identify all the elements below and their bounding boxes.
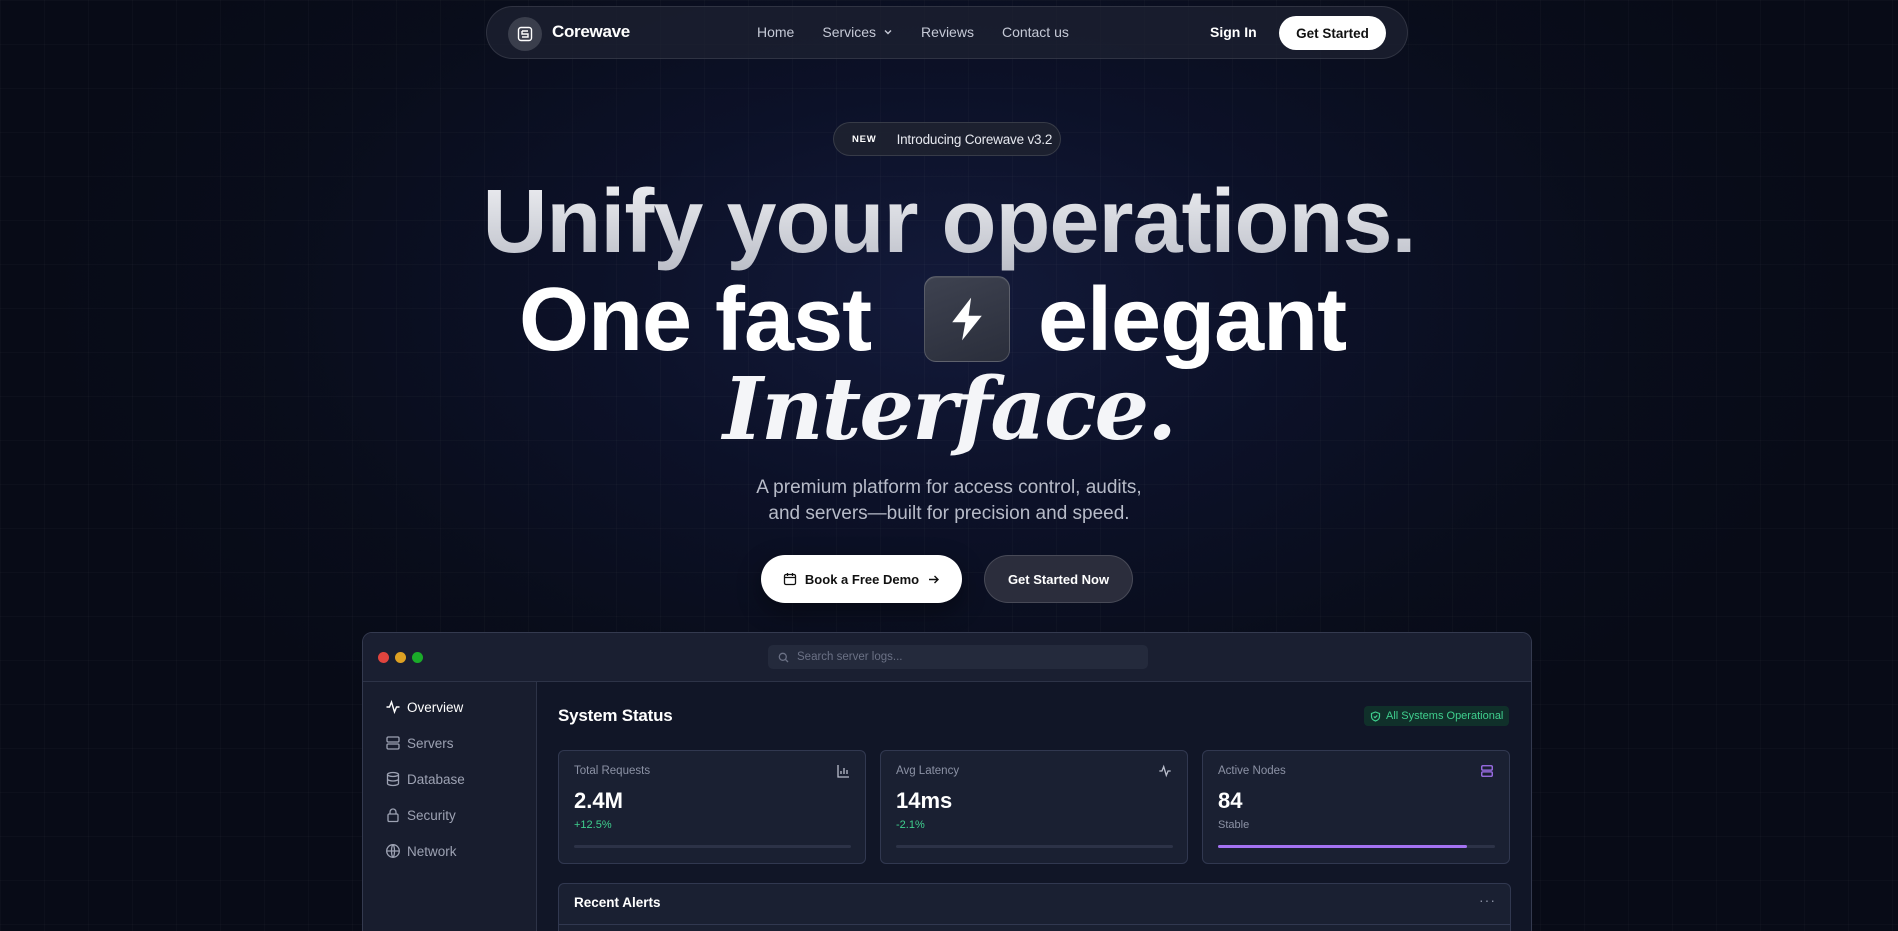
lightning-bolt-icon bbox=[924, 276, 1010, 362]
book-demo-button[interactable]: Book a Free Demo bbox=[761, 555, 962, 603]
progress-fill bbox=[1218, 845, 1468, 848]
recent-alerts-title: Recent Alerts bbox=[574, 895, 661, 910]
server-icon bbox=[1481, 765, 1493, 777]
status-text: All Systems Operational bbox=[1386, 710, 1504, 722]
activity-icon bbox=[1159, 764, 1171, 778]
log-search-input[interactable]: Search server logs... bbox=[768, 645, 1148, 669]
progress-track bbox=[1218, 845, 1495, 848]
system-status-title: System Status bbox=[558, 706, 673, 725]
sidebar-item-label: Database bbox=[407, 771, 465, 787]
hero-heading-line2-start: One fast bbox=[519, 270, 872, 370]
card-change: -2.1% bbox=[896, 819, 925, 831]
dashboard-main: System Status All Systems Operational To… bbox=[537, 682, 1531, 931]
card-total-requests[interactable]: Total Requests 2.4M +12.5% bbox=[558, 750, 866, 864]
nav-link-contact[interactable]: Contact us bbox=[1002, 24, 1069, 40]
badge-tag: NEW bbox=[852, 133, 877, 145]
sidebar-item-label: Servers bbox=[407, 735, 454, 751]
sign-in-link[interactable]: Sign In bbox=[1210, 24, 1257, 40]
minimize-dot[interactable] bbox=[395, 652, 406, 663]
activity-icon bbox=[386, 699, 400, 715]
hero-subtitle-line1: A premium platform for access control, a… bbox=[756, 477, 1142, 498]
bar-chart-icon bbox=[837, 765, 849, 778]
card-label: Total Requests bbox=[574, 765, 651, 777]
nav-link-home[interactable]: Home bbox=[757, 24, 794, 40]
search-placeholder: Search server logs... bbox=[797, 651, 903, 663]
recent-alerts-panel: Recent Alerts ··· bbox=[558, 883, 1511, 931]
book-demo-label: Book a Free Demo bbox=[804, 571, 920, 587]
get-started-button[interactable]: Get Started bbox=[1279, 16, 1386, 50]
shield-check-icon bbox=[1370, 710, 1381, 722]
lock-icon bbox=[387, 808, 399, 823]
close-dot[interactable] bbox=[378, 652, 389, 663]
arrow-right-icon bbox=[929, 575, 940, 583]
progress-track bbox=[896, 845, 1173, 848]
database-icon bbox=[386, 771, 400, 787]
hero-subtitle: A premium platform for access control, a… bbox=[0, 475, 1898, 527]
hero-heading-line2: One fast elegant bbox=[0, 268, 1898, 372]
sidebar-item-label: Security bbox=[407, 807, 456, 823]
nav-link-services[interactable]: Services bbox=[822, 24, 893, 40]
dashboard-window: Search server logs... Overview Servers D… bbox=[362, 632, 1532, 931]
hero-heading-line3: Interface. bbox=[722, 359, 1177, 460]
divider bbox=[559, 924, 1510, 925]
search-icon bbox=[778, 652, 789, 662]
card-status: Stable bbox=[1218, 819, 1250, 831]
card-value: 14ms bbox=[896, 788, 953, 813]
dashboard-sidebar: Overview Servers Database Security Netwo… bbox=[363, 682, 537, 931]
nav-links: Home Services Reviews Contact us bbox=[757, 24, 1097, 40]
card-label: Active Nodes bbox=[1218, 765, 1286, 777]
card-change: +12.5% bbox=[574, 819, 612, 831]
hero-heading-line2-end: elegant bbox=[1038, 270, 1347, 370]
globe-icon bbox=[386, 844, 400, 858]
maximize-dot[interactable] bbox=[412, 652, 423, 663]
announcement-badge[interactable]: NEW Introducing Corewave v3.2 bbox=[833, 122, 1061, 156]
logo-icon[interactable] bbox=[508, 17, 542, 51]
status-badge: All Systems Operational bbox=[1364, 706, 1510, 726]
brand-name[interactable]: Corewave bbox=[552, 22, 630, 42]
sidebar-item-overview[interactable]: Overview bbox=[385, 699, 463, 715]
get-started-now-button[interactable]: Get Started Now bbox=[984, 555, 1133, 603]
card-label: Avg Latency bbox=[896, 765, 960, 777]
sidebar-item-label: Network bbox=[407, 843, 457, 859]
progress-track bbox=[574, 845, 851, 848]
nav-link-services-label: Services bbox=[822, 24, 877, 40]
server-icon bbox=[386, 736, 400, 750]
hero-subtitle-line2: and servers—built for precision and spee… bbox=[768, 503, 1130, 524]
sidebar-item-security[interactable]: Security bbox=[385, 807, 456, 823]
top-navbar: Corewave Home Services Reviews Contact u… bbox=[486, 6, 1408, 59]
card-avg-latency[interactable]: Avg Latency 14ms -2.1% bbox=[880, 750, 1188, 864]
chevron-down-icon bbox=[884, 30, 892, 35]
nav-link-reviews[interactable]: Reviews bbox=[921, 24, 974, 40]
card-value: 84 bbox=[1218, 788, 1243, 813]
more-options-icon[interactable]: ··· bbox=[1479, 892, 1496, 908]
hero-heading-line1: Unify your operations. bbox=[0, 168, 1898, 276]
card-active-nodes[interactable]: Active Nodes 84 Stable bbox=[1202, 750, 1510, 864]
sidebar-item-network[interactable]: Network bbox=[385, 843, 457, 859]
sidebar-item-servers[interactable]: Servers bbox=[385, 735, 454, 751]
card-value: 2.4M bbox=[574, 788, 623, 813]
window-titlebar: Search server logs... bbox=[363, 633, 1531, 682]
badge-text: Introducing Corewave v3.2 bbox=[896, 131, 1053, 147]
sidebar-item-label: Overview bbox=[407, 699, 464, 715]
sidebar-item-database[interactable]: Database bbox=[385, 771, 465, 787]
calendar-icon bbox=[783, 573, 797, 586]
